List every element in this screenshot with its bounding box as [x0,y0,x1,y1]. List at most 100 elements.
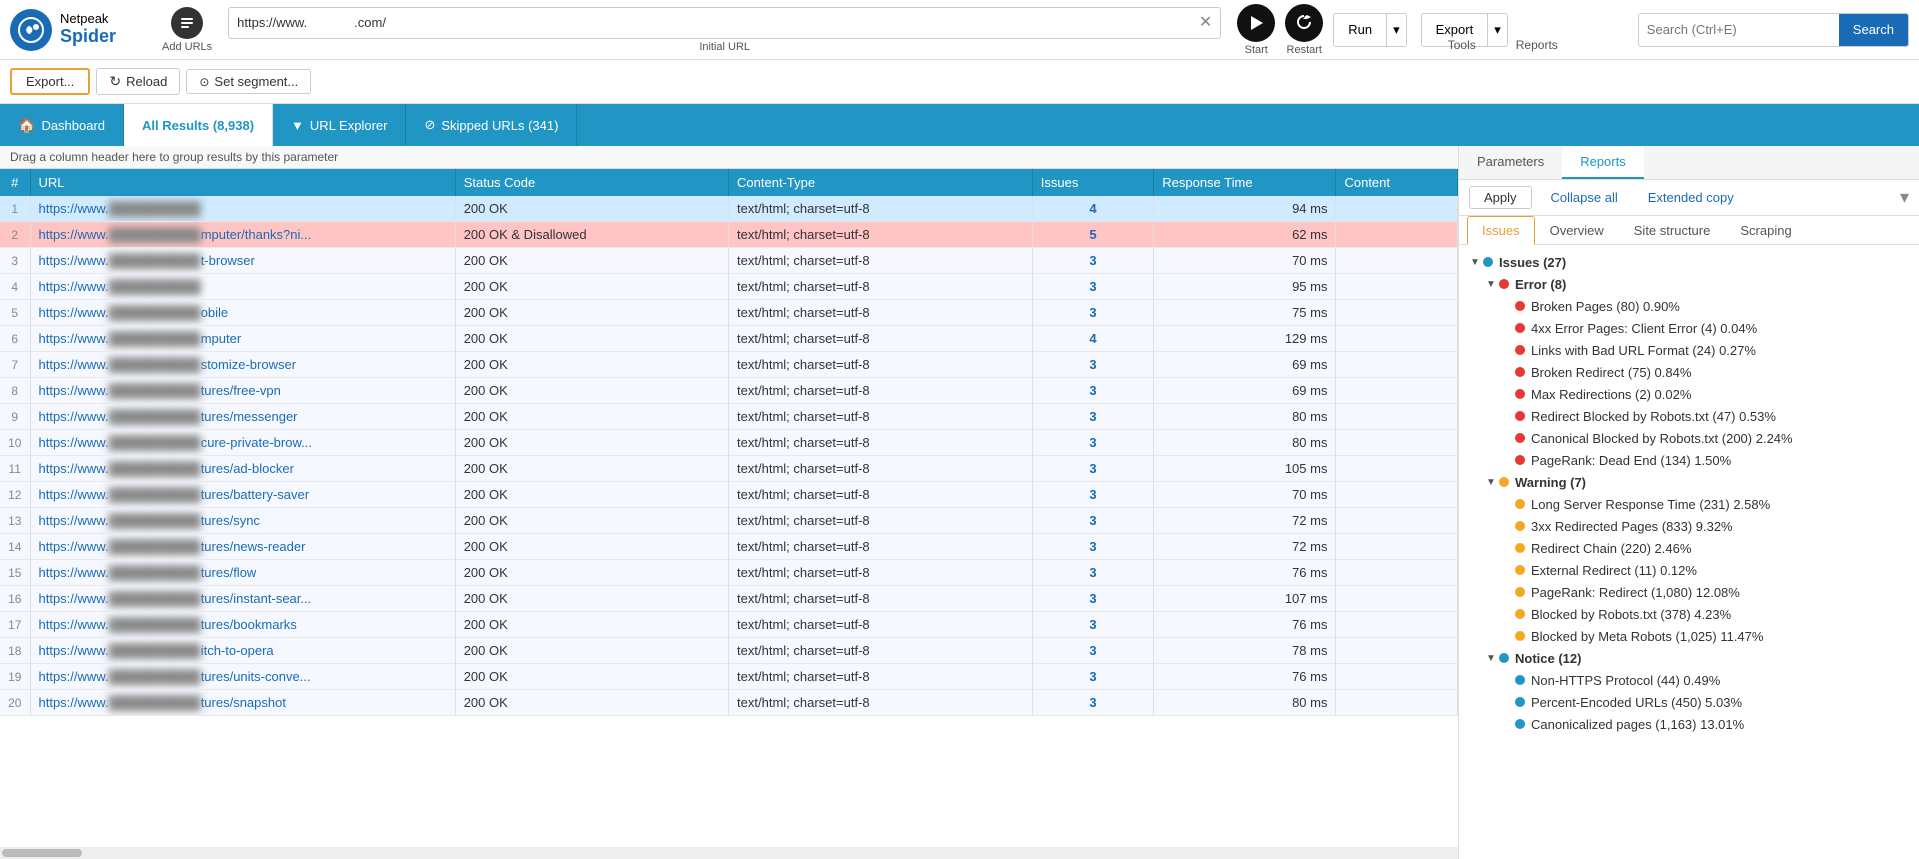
table-row[interactable]: 7https://www.██████████stomize-browser20… [0,352,1458,378]
issues-tree[interactable]: ▼ Issues (27) ▼ Error (8) Broken Pages (… [1459,245,1919,859]
cell-issues[interactable]: 3 [1032,482,1153,508]
set-segment-button[interactable]: ⊙ Set segment... [186,69,311,94]
cell-url[interactable]: https://www.██████████t-browser [30,248,455,274]
right-tab-parameters[interactable]: Parameters [1459,146,1562,179]
col-content[interactable]: Content [1336,169,1458,196]
col-status[interactable]: Status Code [455,169,728,196]
cell-issues[interactable]: 3 [1032,430,1153,456]
cell-url[interactable]: https://www.██████████tures/instant-sear… [30,586,455,612]
table-row[interactable]: 18https://www.██████████itch-to-opera200… [0,638,1458,664]
search-button[interactable]: Search [1839,14,1908,46]
sub-tab-site-structure[interactable]: Site structure [1619,216,1726,245]
cell-url[interactable]: https://www.██████████tures/flow [30,560,455,586]
cell-issues[interactable]: 3 [1032,534,1153,560]
apply-button[interactable]: Apply [1469,186,1532,209]
cell-issues[interactable]: 3 [1032,508,1153,534]
extended-copy-button[interactable]: Extended copy [1637,186,1745,209]
cell-issues[interactable]: 4 [1032,326,1153,352]
search-input[interactable] [1639,14,1839,46]
tree-blocked-meta[interactable]: Blocked by Meta Robots (1,025) 11.47% [1459,625,1919,647]
cell-url[interactable]: https://www.██████████ [30,274,455,300]
table-row[interactable]: 11https://www.██████████tures/ad-blocker… [0,456,1458,482]
table-row[interactable]: 9https://www.██████████tures/messenger20… [0,404,1458,430]
cell-issues[interactable]: 3 [1032,638,1153,664]
cell-issues[interactable]: 3 [1032,560,1153,586]
cell-issues[interactable]: 3 [1032,612,1153,638]
table-row[interactable]: 20https://www.██████████tures/snapshot20… [0,690,1458,716]
table-row[interactable]: 14https://www.██████████tures/news-reade… [0,534,1458,560]
tree-warning-section[interactable]: ▼ Warning (7) [1459,471,1919,493]
right-tab-reports[interactable]: Reports [1562,146,1644,179]
tree-canonicalized-pages[interactable]: Canonicalized pages (1,163) 13.01% [1459,713,1919,735]
cell-issues[interactable]: 3 [1032,378,1153,404]
tree-percent-encoded[interactable]: Percent-Encoded URLs (450) 5.03% [1459,691,1919,713]
tree-non-https[interactable]: Non-HTTPS Protocol (44) 0.49% [1459,669,1919,691]
cell-url[interactable]: https://www.██████████tures/sync [30,508,455,534]
cell-issues[interactable]: 3 [1032,586,1153,612]
tree-redirect-blocked-robots[interactable]: Redirect Blocked by Robots.txt (47) 0.53… [1459,405,1919,427]
cell-issues[interactable]: 3 [1032,274,1153,300]
add-urls-button[interactable]: Add URLs [162,7,212,53]
cell-url[interactable]: https://www.██████████obile [30,300,455,326]
tree-broken-redirect[interactable]: Broken Redirect (75) 0.84% [1459,361,1919,383]
table-row[interactable]: 4https://www.██████████200 OKtext/html; … [0,274,1458,300]
tree-root-issues[interactable]: ▼ Issues (27) [1459,251,1919,273]
cell-url[interactable]: https://www.██████████tures/units-conve.… [30,664,455,690]
col-url[interactable]: URL [30,169,455,196]
cell-issues[interactable]: 4 [1032,196,1153,222]
tree-long-server[interactable]: Long Server Response Time (231) 2.58% [1459,493,1919,515]
run-button[interactable]: Run ▾ [1333,13,1406,47]
restart-button[interactable]: Restart [1285,4,1323,56]
cell-issues[interactable]: 3 [1032,664,1153,690]
tree-3xx-redirected[interactable]: 3xx Redirected Pages (833) 9.32% [1459,515,1919,537]
collapse-all-button[interactable]: Collapse all [1540,186,1629,209]
col-content-type[interactable]: Content-Type [729,169,1033,196]
table-row[interactable]: 17https://www.██████████tures/bookmarks2… [0,612,1458,638]
sub-tab-overview[interactable]: Overview [1535,216,1619,245]
sub-tab-scraping[interactable]: Scraping [1725,216,1806,245]
cell-issues[interactable]: 3 [1032,404,1153,430]
cell-issues[interactable]: 5 [1032,222,1153,248]
sub-tab-issues[interactable]: Issues [1467,216,1535,245]
table-row[interactable]: 19https://www.██████████tures/units-conv… [0,664,1458,690]
col-issues[interactable]: Issues [1032,169,1153,196]
cell-url[interactable]: https://www.██████████stomize-browser [30,352,455,378]
tab-url-explorer[interactable]: ▼ URL Explorer [273,104,406,146]
cell-url[interactable]: https://www.██████████tures/messenger [30,404,455,430]
table-row[interactable]: 8https://www.██████████tures/free-vpn200… [0,378,1458,404]
reload-button[interactable]: ↻ Reload [96,68,180,95]
cell-issues[interactable]: 3 [1032,248,1153,274]
col-response-time[interactable]: Response Time [1154,169,1336,196]
tab-all-results[interactable]: All Results (8,938) [124,104,273,146]
start-button[interactable]: Start [1237,4,1275,56]
cell-issues[interactable]: 3 [1032,300,1153,326]
cell-url[interactable]: https://www.██████████tures/bookmarks [30,612,455,638]
url-input[interactable] [237,15,1199,30]
table-row[interactable]: 13https://www.██████████tures/sync200 OK… [0,508,1458,534]
cell-issues[interactable]: 3 [1032,456,1153,482]
export-file-button[interactable]: Export... [10,68,90,95]
cell-issues[interactable]: 3 [1032,352,1153,378]
tree-bad-url[interactable]: Links with Bad URL Format (24) 0.27% [1459,339,1919,361]
url-bar[interactable]: ✕ [228,7,1221,39]
tree-pagerank-redirect[interactable]: PageRank: Redirect (1,080) 12.08% [1459,581,1919,603]
tree-notice-section[interactable]: ▼ Notice (12) [1459,647,1919,669]
table-container[interactable]: # URL Status Code Content-Type Issues Re… [0,169,1458,847]
table-row[interactable]: 6https://www.██████████mputer200 OKtext/… [0,326,1458,352]
cell-url[interactable]: https://www.██████████tures/ad-blocker [30,456,455,482]
table-row[interactable]: 12https://www.██████████tures/battery-sa… [0,482,1458,508]
tree-redirect-chain[interactable]: Redirect Chain (220) 2.46% [1459,537,1919,559]
tree-4xx-error[interactable]: 4xx Error Pages: Client Error (4) 0.04% [1459,317,1919,339]
table-row[interactable]: 5https://www.██████████obile200 OKtext/h… [0,300,1458,326]
cell-url[interactable]: https://www.██████████itch-to-opera [30,638,455,664]
tree-pagerank-dead-end[interactable]: PageRank: Dead End (134) 1.50% [1459,449,1919,471]
cell-issues[interactable]: 3 [1032,690,1153,716]
table-row[interactable]: 16https://www.██████████tures/instant-se… [0,586,1458,612]
cell-url[interactable]: https://www.██████████tures/news-reader [30,534,455,560]
scrollbar-thumb[interactable] [2,849,82,857]
cell-url[interactable]: https://www.██████████mputer/thanks?ni..… [30,222,455,248]
search-bar[interactable]: Search [1638,13,1909,47]
cell-url[interactable]: https://www.██████████mputer [30,326,455,352]
tree-max-redirections[interactable]: Max Redirections (2) 0.02% [1459,383,1919,405]
table-row[interactable]: 1https://www.██████████200 OKtext/html; … [0,196,1458,222]
